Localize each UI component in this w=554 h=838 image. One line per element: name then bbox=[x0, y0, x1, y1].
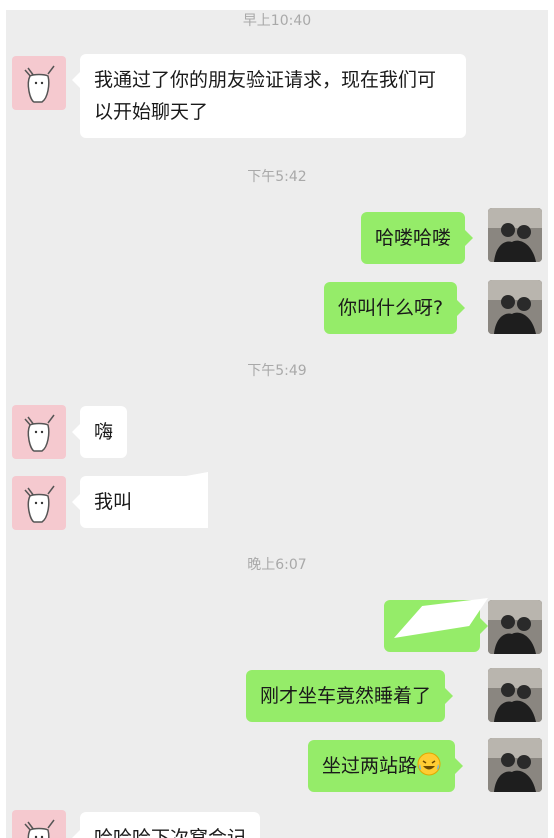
timestamp: 下午5:49 bbox=[247, 363, 307, 379]
photo-avatar-icon bbox=[488, 280, 542, 334]
message-bubble-outgoing[interactable]: 哈喽哈喽 bbox=[361, 212, 474, 264]
message-bubble-outgoing[interactable]: 刚才坐车竟然睡着了 bbox=[246, 670, 454, 722]
contact-avatar[interactable] bbox=[12, 810, 66, 838]
photo-avatar-icon bbox=[488, 738, 542, 792]
message-bubble-incoming[interactable]: 我通过了你的朋友验证请求，现在我们可以开始聊天了 bbox=[72, 54, 466, 138]
message-bubble-incoming[interactable]: 哈哈哈下次窝会记 bbox=[71, 812, 261, 838]
message-bubble-outgoing[interactable]: 你叫什么呀? bbox=[324, 282, 466, 334]
cat-sticker-icon bbox=[24, 65, 55, 103]
message-bubble-incoming[interactable]: 嗨 bbox=[71, 406, 128, 458]
cat-sticker-icon bbox=[24, 819, 55, 838]
timestamp: 晚上6:07 bbox=[247, 557, 307, 573]
contact-avatar[interactable] bbox=[12, 405, 66, 459]
photo-avatar-icon bbox=[488, 668, 542, 722]
my-avatar[interactable] bbox=[488, 208, 542, 262]
my-avatar[interactable] bbox=[488, 668, 542, 722]
cat-sticker-icon bbox=[24, 485, 55, 523]
message-bubble-outgoing[interactable]: 坐过两站路 bbox=[308, 740, 464, 792]
my-avatar[interactable] bbox=[488, 738, 542, 792]
message-text: 坐过两站路 bbox=[322, 755, 418, 777]
timestamp: 早上10:40 bbox=[242, 13, 312, 29]
photo-avatar-icon bbox=[488, 208, 542, 262]
cat-sticker-icon bbox=[24, 414, 55, 452]
contact-avatar[interactable] bbox=[12, 476, 66, 530]
timestamp: 下午5:42 bbox=[247, 169, 307, 185]
laughing-tears-emoji-icon bbox=[417, 752, 441, 776]
my-avatar[interactable] bbox=[488, 600, 542, 654]
my-avatar[interactable] bbox=[488, 280, 542, 334]
photo-avatar-icon bbox=[488, 600, 542, 654]
chat-area[interactable]: 早上10:40 我通过了你的朋友验证请求，现在我们可以开始聊天了 下午5:42 … bbox=[6, 10, 548, 838]
contact-avatar[interactable] bbox=[12, 56, 66, 110]
